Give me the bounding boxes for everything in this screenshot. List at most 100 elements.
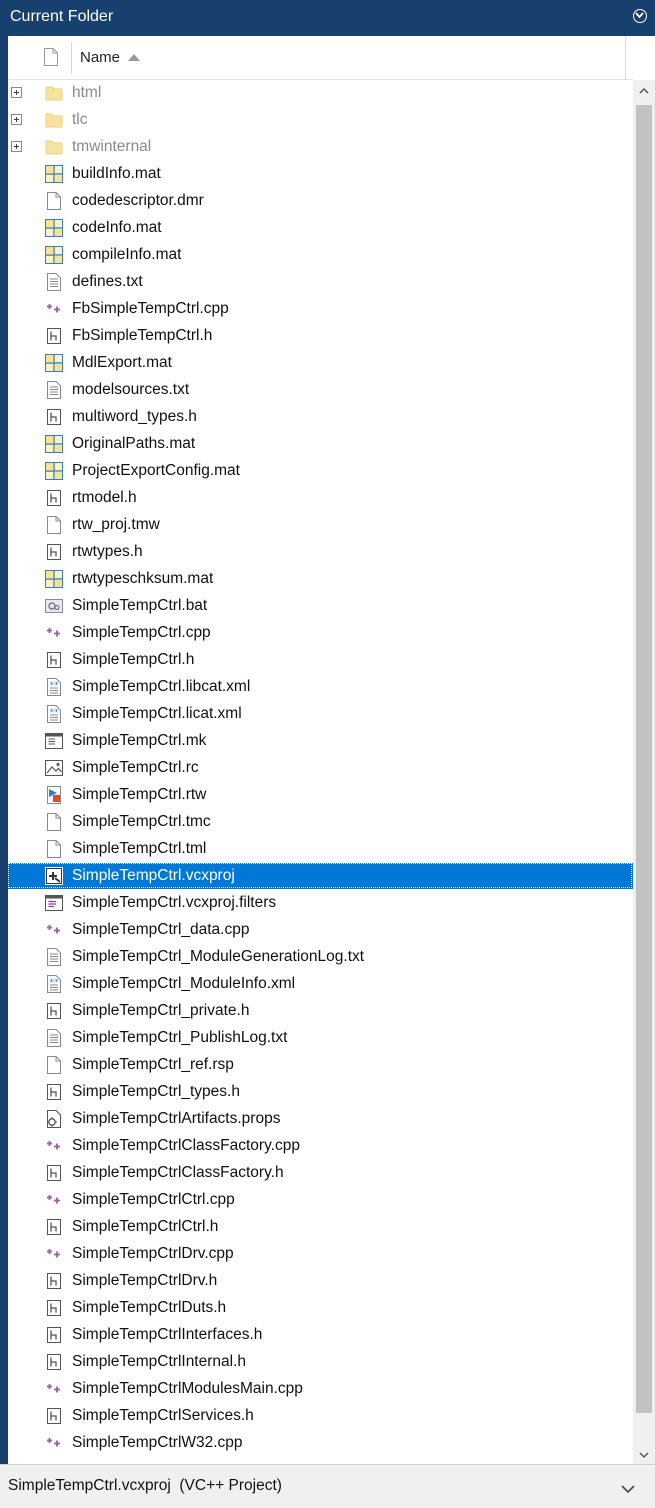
file-row[interactable]: SimpleTempCtrl.rc [8,755,633,781]
file-row[interactable]: defines.txt [8,269,633,295]
file-row[interactable]: SimpleTempCtrlCtrl.cpp [8,1187,633,1213]
cpp-file-icon [45,1380,63,1398]
txt-file-icon [45,1029,63,1047]
blank-file-icon [45,192,63,210]
chevron-down-icon[interactable] [621,1481,635,1499]
scrollbar-thumb[interactable] [636,105,652,1413]
file-name: SimpleTempCtrlCtrl.h [72,1218,219,1235]
file-row[interactable]: SimpleTempCtrl.libcat.xml [8,674,633,700]
rc-file-icon [45,759,63,777]
file-list: html tlc tmwinternal buildInfo.mat codedescr… [8,80,633,1464]
file-row[interactable]: SimpleTempCtrl.tml [8,836,633,862]
file-row[interactable]: SimpleTempCtrlClassFactory.h [8,1160,633,1186]
vertical-scrollbar[interactable] [633,80,655,1464]
file-row[interactable]: OriginalPaths.mat [8,431,633,457]
file-name: SimpleTempCtrlModulesMain.cpp [72,1380,303,1397]
file-name: SimpleTempCtrlClassFactory.cpp [72,1137,300,1154]
file-name: rtmodel.h [72,489,137,506]
file-name: compileInfo.mat [72,246,182,263]
panel-left-border [0,36,8,1464]
file-row[interactable]: SimpleTempCtrl_types.h [8,1079,633,1105]
file-row[interactable]: SimpleTempCtrl.cpp [8,620,633,646]
file-row[interactable]: SimpleTempCtrl.vcxproj.filters [8,890,633,916]
file-name: SimpleTempCtrlCtrl.cpp [72,1191,235,1208]
file-row[interactable]: SimpleTempCtrl.licat.xml [8,701,633,727]
expand-plus-icon[interactable] [11,114,22,125]
file-row[interactable]: codeInfo.mat [8,215,633,241]
file-name: SimpleTempCtrlServices.h [72,1407,254,1424]
scroll-down-icon[interactable] [638,1448,650,1460]
file-row[interactable]: rtwtypeschksum.mat [8,566,633,592]
file-row[interactable]: SimpleTempCtrlW32.cpp [8,1430,633,1456]
folder-row[interactable]: html [8,80,633,106]
details-bar[interactable]: SimpleTempCtrl.vcxproj (VC++ Project) [0,1464,655,1508]
file-name: SimpleTempCtrlW32.cpp [72,1434,243,1451]
file-row[interactable]: SimpleTempCtrl_ModuleGenerationLog.txt [8,944,633,970]
file-row[interactable]: SimpleTempCtrl_ref.rsp [8,1052,633,1078]
file-row[interactable]: SimpleTempCtrlDrv.h [8,1268,633,1294]
file-name: tlc [72,111,88,128]
file-name: SimpleTempCtrl.cpp [72,624,211,641]
file-name: buildInfo.mat [72,165,161,182]
file-row[interactable]: multiword_types.h [8,404,633,430]
file-row[interactable]: SimpleTempCtrlInternal.h [8,1349,633,1375]
file-name: SimpleTempCtrlClassFactory.h [72,1164,284,1181]
file-row[interactable]: SimpleTempCtrl.rtw [8,782,633,808]
file-row[interactable]: SimpleTempCtrlClassFactory.cpp [8,1133,633,1159]
file-row[interactable]: SimpleTempCtrlCtrl.h [8,1214,633,1240]
file-name: OriginalPaths.mat [72,435,196,452]
xml-file-icon [45,678,63,696]
folder-file-icon [45,84,63,102]
circle-chevron-down-icon[interactable] [633,9,647,23]
folder-file-icon [45,138,63,156]
file-row[interactable]: SimpleTempCtrl.bat [8,593,633,619]
file-row[interactable]: SimpleTempCtrl.vcxproj [8,863,633,889]
file-row[interactable]: SimpleTempCtrl_private.h [8,998,633,1024]
h-file-icon [45,1326,63,1344]
file-name: SimpleTempCtrl_ModuleGenerationLog.txt [72,948,365,965]
file-row[interactable]: rtw_proj.tmw [8,512,633,538]
folder-row[interactable]: tmwinternal [8,134,633,160]
folder-row[interactable]: tlc [8,107,633,133]
h-file-icon [45,1164,63,1182]
file-row[interactable]: modelsources.txt [8,377,633,403]
file-row[interactable]: ProjectExportConfig.mat [8,458,633,484]
file-name: FbSimpleTempCtrl.cpp [72,300,229,317]
file-row[interactable]: SimpleTempCtrlInterfaces.h [8,1322,633,1348]
file-row[interactable]: SimpleTempCtrl_data.cpp [8,917,633,943]
file-row[interactable]: FbSimpleTempCtrl.h [8,323,633,349]
bat-file-icon [45,597,63,615]
sort-ascending-icon[interactable] [128,54,140,61]
panel-titlebar: Current Folder [0,0,655,36]
cpp-file-icon [45,921,63,939]
expand-plus-icon[interactable] [11,141,22,152]
file-row[interactable]: rtwtypes.h [8,539,633,565]
file-row[interactable]: codedescriptor.dmr [8,188,633,214]
file-row[interactable]: SimpleTempCtrlServices.h [8,1403,633,1429]
file-row[interactable]: SimpleTempCtrlDuts.h [8,1295,633,1321]
h-file-icon [45,1272,63,1290]
file-name: SimpleTempCtrlDrv.cpp [72,1245,234,1262]
file-row[interactable]: SimpleTempCtrlModulesMain.cpp [8,1376,633,1402]
file-row[interactable]: SimpleTempCtrlArtifacts.props [8,1106,633,1132]
file-name: FbSimpleTempCtrl.h [72,327,213,344]
file-row[interactable]: MdlExport.mat [8,350,633,376]
file-row[interactable]: compileInfo.mat [8,242,633,268]
file-row[interactable]: SimpleTempCtrl_ModuleInfo.xml [8,971,633,997]
file-row[interactable]: rtmodel.h [8,485,633,511]
cpp-file-icon [45,1191,63,1209]
file-row[interactable]: SimpleTempCtrl.tmc [8,809,633,835]
scroll-up-icon[interactable] [638,84,650,96]
h-file-icon [45,327,63,345]
name-column-header[interactable]: Name [80,49,120,66]
file-name: SimpleTempCtrlDrv.h [72,1272,218,1289]
file-row[interactable]: SimpleTempCtrl_PublishLog.txt [8,1025,633,1051]
file-row[interactable]: buildInfo.mat [8,161,633,187]
file-row[interactable]: SimpleTempCtrl.h [8,647,633,673]
expand-plus-icon[interactable] [11,87,22,98]
file-row[interactable]: FbSimpleTempCtrl.cpp [8,296,633,322]
file-row[interactable]: SimpleTempCtrlDrv.cpp [8,1241,633,1267]
file-row[interactable]: SimpleTempCtrl.mk [8,728,633,754]
h-file-icon [45,408,63,426]
txt-file-icon [45,273,63,291]
